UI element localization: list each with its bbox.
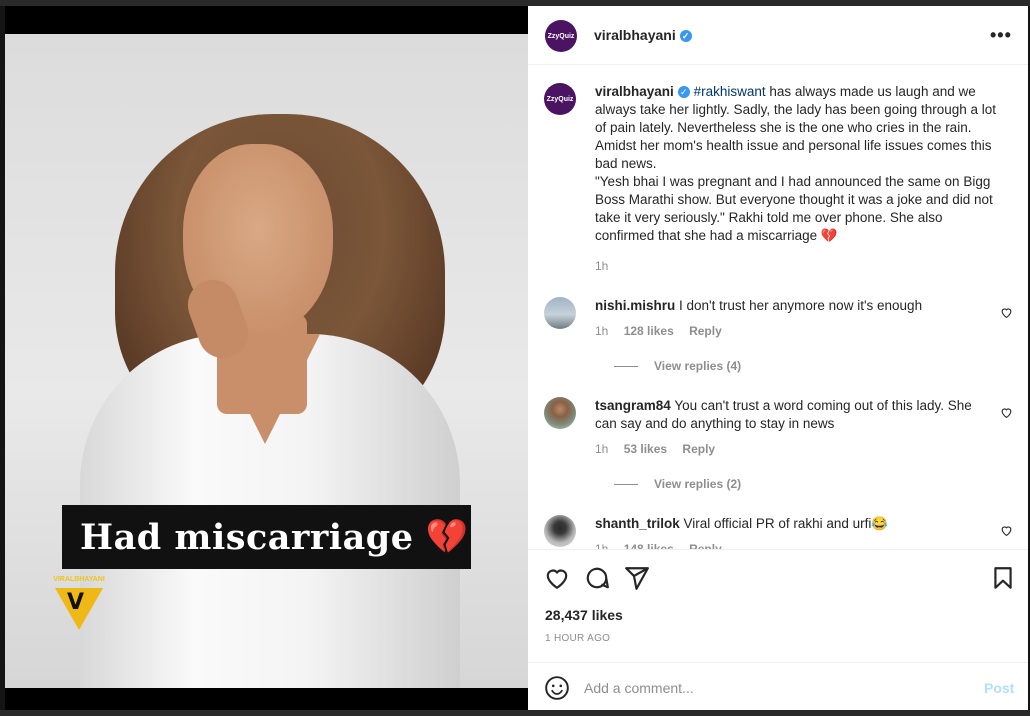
post-button[interactable]: Post [984,680,1014,696]
more-options-icon[interactable]: ••• [990,25,1012,46]
caption-verified-icon: ✓ [677,86,690,99]
heart-icon[interactable] [544,565,570,591]
post-header: ZzyQuiz viralbhayani ✓ ••• [528,6,1028,65]
backdrop-bottom [0,710,1030,716]
watermark-v-icon: V [67,590,85,615]
comment-body: I don't trust her anymore now it's enoug… [679,298,923,313]
comment-time[interactable]: 1h [595,442,608,456]
comment-username[interactable]: shanth_trilok [595,516,680,531]
comment-likes[interactable]: 53 likes [624,442,667,456]
comment-meta: 1h 128 likes Reply [595,324,734,338]
watermark-text: VIRALBHAYANI [53,576,105,583]
comment-body: Viral official PR of rakhi and urfi😂 [683,516,889,531]
comment-time[interactable]: 1h [595,324,608,338]
comment-likes[interactable]: 148 likes [624,542,674,549]
caption-avatar[interactable]: ZzyQuiz [544,83,576,115]
watermark-logo: VIRALBHAYANI V [49,576,109,636]
comment-icon[interactable] [584,565,610,591]
comment-avatar[interactable] [544,515,576,547]
comment-text: tsangram84 You can't trust a word coming… [595,397,995,433]
share-icon[interactable] [624,565,650,591]
comment-text: shanth_trilok Viral official PR of rakhi… [595,515,995,533]
bookmark-icon[interactable] [990,565,1016,591]
comment-input[interactable] [584,677,964,699]
comment-meta: 1h 148 likes Reply [595,542,734,549]
comment-text: nishi.mishru I don't trust her anymore n… [595,297,995,315]
emoji-icon[interactable] [544,675,570,701]
avatar-text: ZzyQuiz [547,32,575,40]
add-comment-bar: Post [528,662,1028,710]
comment-avatar[interactable] [544,297,576,329]
view-replies-button[interactable]: View replies (2) [614,477,741,491]
view-replies-text: View replies (2) [654,477,742,491]
banner-text: Had miscarriage [80,516,414,558]
comment-like-heart-icon[interactable] [1000,524,1013,537]
post-timestamp[interactable]: 1 HOUR AGO [545,633,610,644]
action-bar [528,551,1028,601]
header-username-text: viralbhayani [594,27,676,43]
view-replies-button[interactable]: View replies (4) [614,359,741,373]
caption-username[interactable]: viralbhayani [595,84,674,99]
header-username[interactable]: viralbhayani ✓ [594,27,692,43]
comment-like-heart-icon[interactable] [1000,406,1013,419]
reply-button[interactable]: Reply [689,542,722,549]
view-replies-text: View replies (4) [654,359,742,373]
reply-button[interactable]: Reply [689,324,722,338]
hashtag-link[interactable]: #rakhiswant [694,84,766,99]
caption-text: viralbhayani ✓ #rakhiswant has always mad… [595,83,1005,245]
comment-username[interactable]: tsangram84 [595,398,671,413]
comment-like-heart-icon[interactable] [1000,306,1013,319]
post-details-panel: ZzyQuiz viralbhayani ✓ ••• ZzyQuiz viralb… [528,6,1028,710]
image-caption-banner: Had miscarriage 💔 [62,505,471,569]
avatar[interactable]: ZzyQuiz [545,20,577,52]
reply-button[interactable]: Reply [682,442,715,456]
comment-meta: 1h 53 likes Reply [595,442,727,456]
comment-likes[interactable]: 128 likes [624,324,674,338]
caption-body-quote: "Yesh bhai I was pregnant and I had anno… [595,174,993,243]
likes-count[interactable]: 28,437 likes [545,607,623,623]
broken-heart-icon: 💔 [425,517,469,557]
replies-line [614,484,638,486]
comment-username[interactable]: nishi.mishru [595,298,675,313]
caption-avatar-text: ZzyQuiz [546,95,574,103]
verified-icon: ✓ [679,30,692,43]
comments-scroll-area[interactable]: ZzyQuiz viralbhayani ✓ #rakhiswant has al… [528,65,1028,550]
comment-avatar[interactable] [544,397,576,429]
post-media[interactable]: Had miscarriage 💔 VIRALBHAYANI V [5,6,528,710]
caption-time[interactable]: 1h [595,259,608,273]
replies-line [614,366,638,368]
comment-time[interactable]: 1h [595,542,608,549]
